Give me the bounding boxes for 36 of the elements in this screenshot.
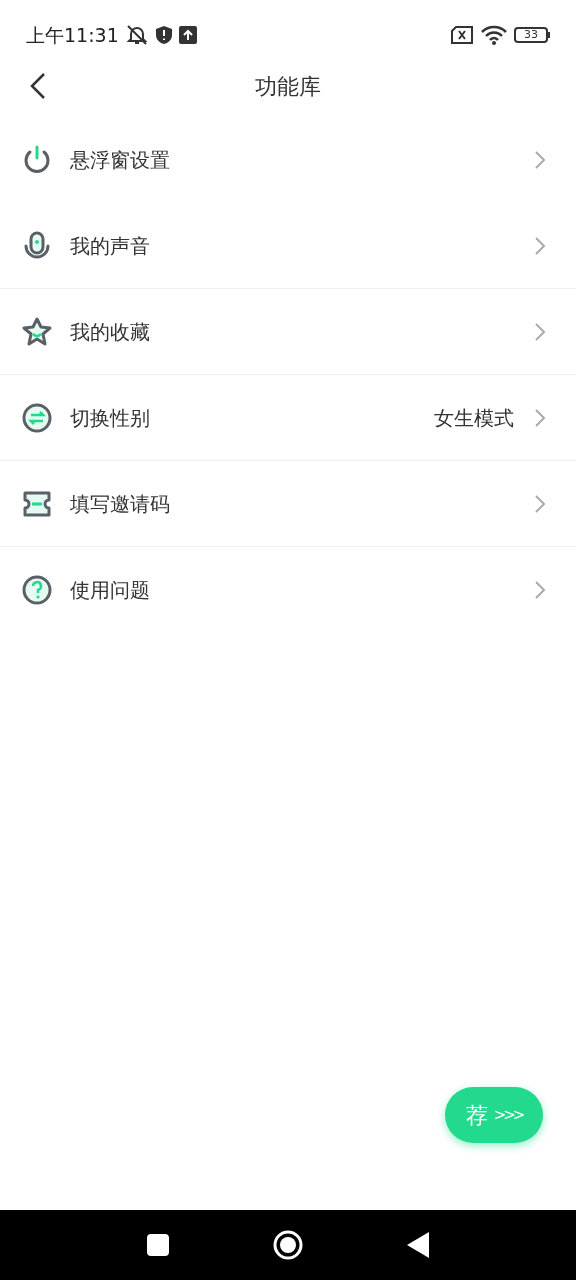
item-label: 我的收藏 — [70, 318, 151, 346]
back-nav-icon[interactable] — [407, 1232, 429, 1258]
chevron-right-icon — [534, 493, 546, 514]
home-icon[interactable] — [273, 1230, 303, 1260]
menu-item[interactable]: 使用问题 — [0, 547, 576, 633]
menu-item[interactable]: 切换性别 女生模式 — [0, 375, 576, 461]
help-icon — [22, 574, 52, 605]
chevron-right-icon — [534, 149, 546, 170]
item-label: 悬浮窗设置 — [70, 146, 171, 174]
item-label: 填写邀请码 — [70, 490, 171, 518]
recents-icon[interactable] — [147, 1234, 169, 1256]
upload-icon — [178, 26, 197, 44]
chevron-right-icon — [534, 579, 546, 600]
battery-icon: 33 — [514, 27, 550, 43]
item-value: 女生模式 — [434, 404, 514, 432]
chevron-right-icon — [534, 321, 546, 342]
item-label: 使用问题 — [70, 576, 151, 604]
chevron-right-icon — [534, 407, 546, 428]
page-title: 功能库 — [255, 72, 321, 101]
microphone-icon — [22, 230, 52, 261]
swap-icon — [22, 402, 52, 433]
menu-item[interactable]: 我的声音 — [0, 203, 576, 289]
star-icon — [22, 316, 52, 347]
shield-icon — [154, 25, 173, 45]
back-icon[interactable] — [28, 72, 46, 100]
menu-item[interactable]: 我的收藏 — [0, 289, 576, 375]
power-icon — [22, 144, 52, 175]
item-label: 切换性别 — [70, 404, 151, 432]
chevron-right-icon — [534, 235, 546, 256]
menu-item[interactable]: 填写邀请码 — [0, 461, 576, 547]
menu-item[interactable]: 悬浮窗设置 — [0, 117, 576, 203]
sim-off-icon — [450, 26, 474, 44]
bell-off-icon — [124, 24, 149, 46]
status-time: 上午11:31 — [26, 22, 119, 48]
wifi-icon — [480, 25, 508, 45]
item-label: 我的声音 — [70, 232, 151, 260]
